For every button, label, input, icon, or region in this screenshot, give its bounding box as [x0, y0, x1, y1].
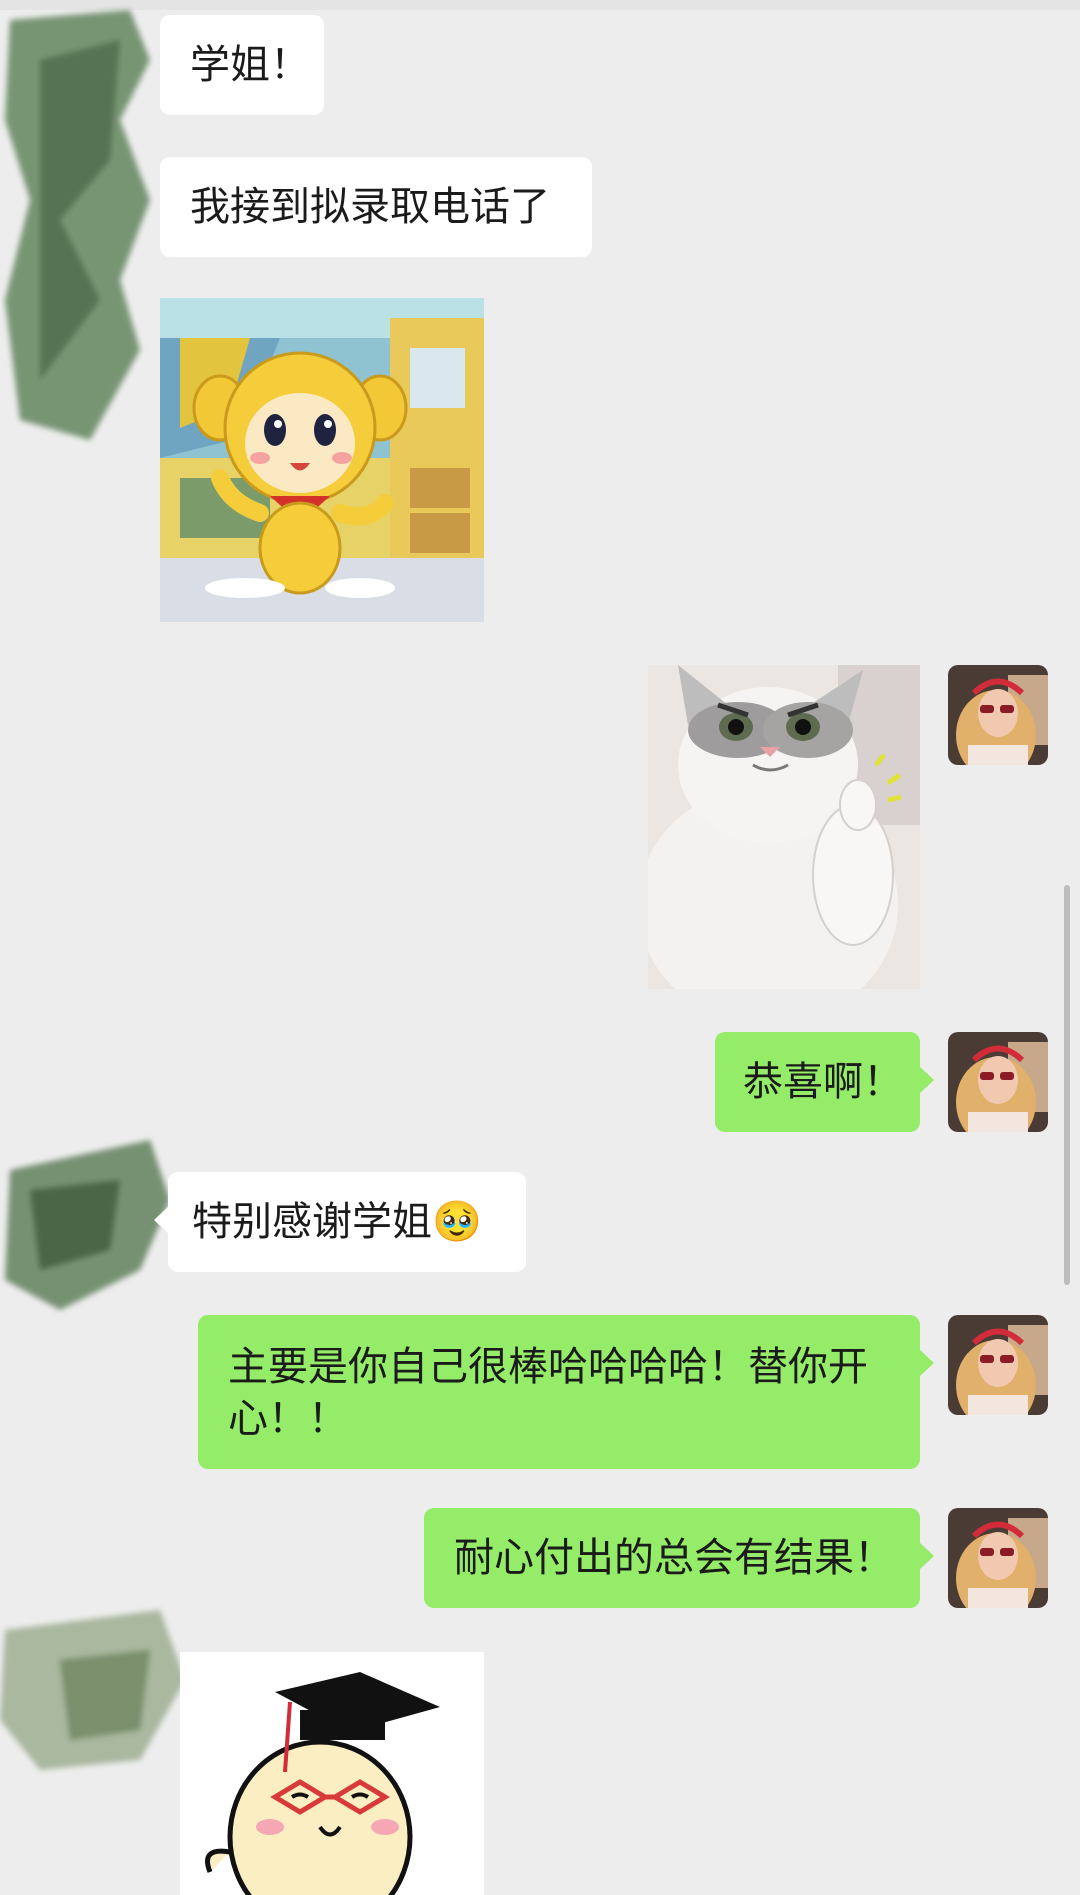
my-avatar[interactable]	[948, 665, 1048, 765]
outgoing-message-bubble[interactable]: 主要是你自己很棒哈哈哈哈！替你开心！！	[198, 1315, 934, 1469]
profile-photo-icon	[948, 1315, 1048, 1415]
yellow-monkey-icon	[160, 298, 484, 622]
chat-view: 学姐！ 我接到拟录取电话了 恭喜啊！ 特别感谢学姐🥹 主要是你自己很棒哈哈哈哈！…	[0, 0, 1080, 1895]
scrollbar[interactable]	[1064, 885, 1070, 1285]
message-text: 主要是你自己很棒哈哈哈哈！替你开心！！	[228, 1344, 868, 1442]
incoming-message-bubble[interactable]: 特别感谢学姐🥹	[154, 1172, 526, 1272]
obscured-avatar-scribble-top	[5, 10, 150, 440]
thumbs-up-cat-sticker[interactable]	[648, 665, 920, 989]
profile-photo-icon	[948, 665, 1048, 765]
message-text: 恭喜啊！	[743, 1059, 903, 1105]
message-text: 耐心付出的总会有结果！	[454, 1535, 894, 1581]
incoming-message-bubble[interactable]: 学姐！	[160, 15, 324, 115]
incoming-message-bubble[interactable]: 我接到拟录取电话了	[160, 157, 592, 257]
my-avatar[interactable]	[948, 1508, 1048, 1608]
cat-icon	[648, 665, 920, 989]
graduation-character-icon	[180, 1652, 484, 1895]
message-text: 我接到拟录取电话了	[190, 184, 550, 230]
yellow-monkey-sticker[interactable]	[160, 298, 484, 622]
graduation-cap-character-sticker[interactable]	[180, 1652, 484, 1895]
profile-photo-icon	[948, 1032, 1048, 1132]
obscured-avatar-scribble-mid	[5, 1140, 170, 1310]
obscured-avatar-scribble-bottom	[0, 1610, 185, 1770]
profile-photo-icon	[948, 1508, 1048, 1608]
my-avatar[interactable]	[948, 1315, 1048, 1415]
outgoing-message-bubble[interactable]: 耐心付出的总会有结果！	[424, 1508, 934, 1608]
message-text: 学姐！	[190, 42, 310, 88]
message-text: 特别感谢学姐	[192, 1199, 432, 1245]
outgoing-message-bubble[interactable]: 恭喜啊！	[715, 1032, 934, 1132]
pleading-face-emoji: 🥹	[432, 1199, 482, 1245]
my-avatar[interactable]	[948, 1032, 1048, 1132]
